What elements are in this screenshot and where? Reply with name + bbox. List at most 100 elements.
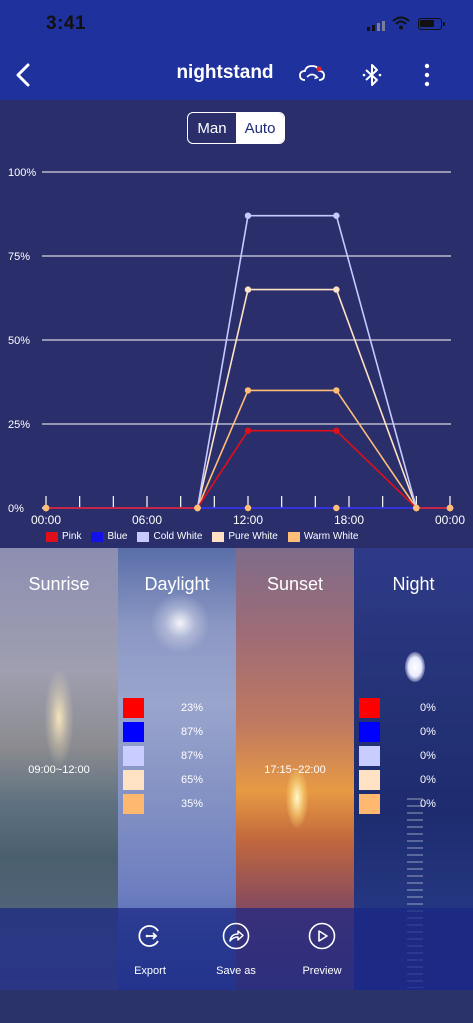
level-value: 0% (420, 726, 436, 738)
data-point[interactable] (446, 504, 454, 512)
data-point[interactable] (413, 504, 420, 512)
data-point[interactable] (333, 212, 340, 219)
data-point[interactable] (42, 504, 50, 512)
level-row: 35% (123, 792, 223, 816)
legend-swatch (137, 531, 150, 542)
phase-title: Sunset (266, 574, 324, 594)
y-tick-label: 75% (8, 251, 30, 263)
sun-glow (150, 593, 210, 653)
bluetooth-icon[interactable] (357, 60, 387, 90)
data-point[interactable] (244, 212, 252, 219)
data-point[interactable] (244, 286, 252, 293)
play-icon (308, 922, 336, 950)
export-icon (138, 925, 159, 947)
level-row: 23% (123, 696, 223, 720)
phase-title: Night (392, 574, 435, 594)
level-row: 0% (359, 696, 459, 720)
color-swatch (359, 794, 380, 814)
data-point[interactable] (244, 427, 252, 434)
level-row: 0% (359, 792, 459, 816)
data-point[interactable] (244, 504, 252, 512)
series-line-cold-white (46, 214, 450, 509)
action-bar: Export Save as Preview (0, 908, 473, 990)
moon-glow (405, 652, 425, 682)
legend-label: Warm White (303, 531, 359, 542)
color-swatch (359, 746, 380, 766)
x-tick-label: 00:00 (435, 513, 465, 527)
legend-item: Warm White (287, 531, 359, 542)
phase-range: 09:00~12:00 (28, 764, 90, 776)
data-point[interactable] (194, 504, 201, 512)
legend-item: Pure White (212, 531, 278, 542)
color-swatch (123, 722, 144, 742)
battery-icon (418, 18, 445, 30)
color-swatch (123, 746, 144, 766)
legend-swatch (91, 531, 104, 542)
schedule-chart: 0% 25% 50% 75% 100% 00:00 06:00 12:00 18:00 00:00 (8, 167, 465, 527)
level-row: 0% (359, 720, 459, 744)
sun-glow (286, 768, 308, 828)
x-tick-label: 12:00 (233, 513, 263, 527)
chart-legend: Pink Blue Cold White Pure White Warm White (46, 531, 358, 542)
legend-swatch (46, 531, 58, 542)
series-line-pure-white (46, 288, 450, 509)
y-tick-label: 100% (8, 167, 36, 179)
sun-glow (44, 668, 74, 768)
chart-area: Man Auto 0% 25% 50% 75% 100% 00:00 06:00 12:00 1… (0, 100, 473, 548)
level-value: 23% (180, 702, 204, 714)
data-point[interactable] (333, 387, 340, 394)
back-chevron-icon[interactable] (10, 60, 40, 90)
legend-label: Blue (107, 531, 128, 542)
status-bar: 3:41 (0, 0, 473, 50)
legend-label: Pure White (228, 531, 278, 542)
phase-range: 17:15~22:00 (264, 764, 326, 776)
color-swatch (123, 794, 144, 814)
level-value: 0% (420, 702, 436, 714)
y-tick-label: 50% (8, 335, 30, 347)
level-row: 0% (359, 768, 459, 792)
x-tick-label: 18:00 (334, 513, 364, 527)
share-icon (222, 922, 250, 950)
x-tick-label: 00:00 (31, 513, 61, 527)
save-as-label: Save as (216, 965, 256, 977)
export-label: Export (134, 965, 166, 977)
wifi-icon (392, 16, 410, 30)
nav-bar: nightstand (0, 50, 473, 100)
level-row: 87% (123, 744, 223, 768)
level-value: 0% (420, 798, 436, 810)
level-row: 87% (123, 720, 223, 744)
legend-item: Cold White (137, 531, 202, 542)
level-value: 65% (180, 774, 204, 786)
color-swatch (359, 698, 380, 718)
phase-title: Sunrise (28, 574, 90, 594)
page-title: nightstand (176, 62, 274, 83)
color-swatch (123, 698, 144, 718)
y-tick-label: 25% (8, 419, 30, 431)
level-value: 35% (180, 798, 204, 810)
level-row: 65% (123, 768, 223, 792)
signal-icon (367, 21, 385, 31)
color-swatch (359, 770, 380, 790)
y-tick-label: 0% (8, 503, 24, 515)
level-value: 0% (420, 750, 436, 762)
color-swatch (123, 770, 144, 790)
level-value: 0% (420, 774, 436, 786)
legend-label: Cold White (153, 531, 203, 542)
data-point[interactable] (333, 286, 340, 293)
level-value: 87% (180, 750, 204, 762)
legend-swatch (287, 531, 300, 542)
cloud-sync-icon[interactable] (297, 60, 327, 90)
more-vertical-icon[interactable] (412, 60, 442, 90)
level-value: 87% (180, 726, 204, 738)
legend-item: Blue (91, 531, 127, 542)
bottom-bar (0, 990, 473, 1023)
level-row: 0% (359, 744, 459, 768)
data-point[interactable] (333, 427, 340, 434)
legend-item: Pink (46, 531, 81, 542)
data-point[interactable] (333, 504, 340, 512)
data-point[interactable] (244, 387, 252, 394)
legend-label: Pink (62, 531, 82, 542)
phase-title: Daylight (144, 574, 210, 594)
color-swatch (359, 722, 380, 742)
status-time: 3:41 (46, 13, 87, 34)
